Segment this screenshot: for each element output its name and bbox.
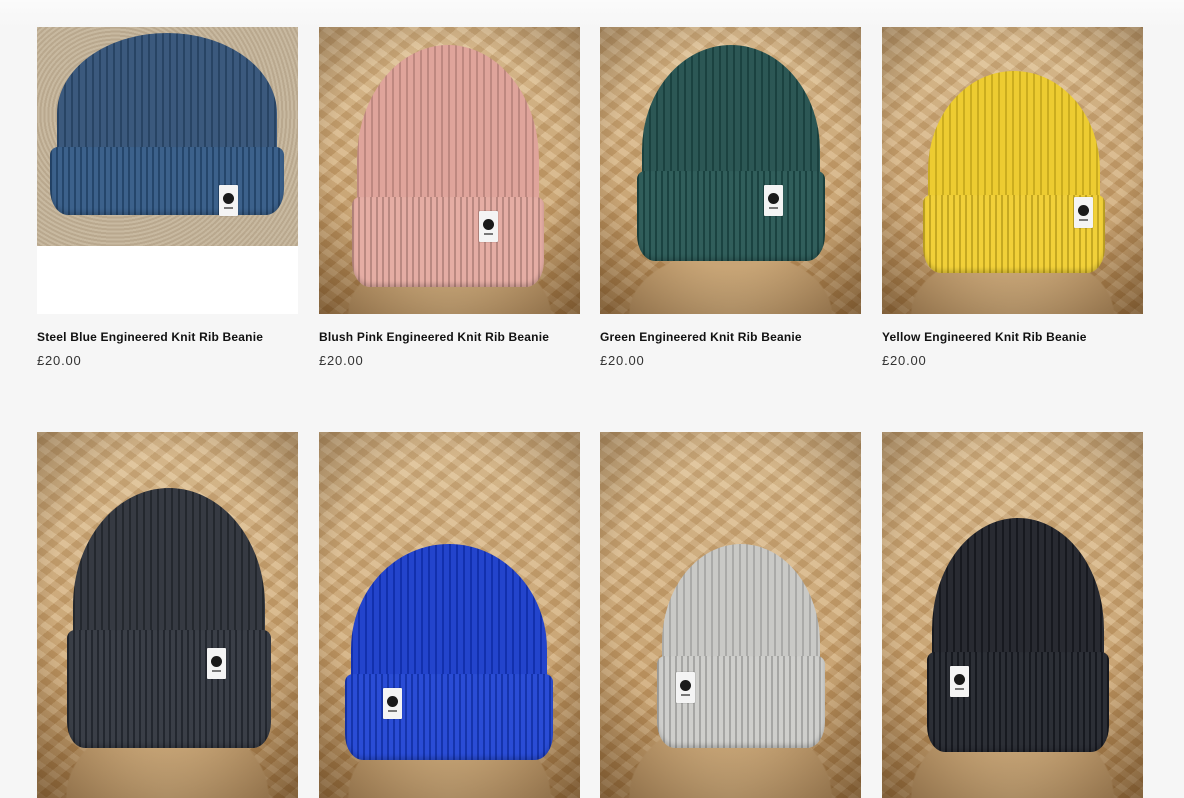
product-image[interactable] bbox=[600, 432, 861, 798]
product-image[interactable] bbox=[600, 27, 861, 314]
beanie-illustration bbox=[345, 544, 553, 762]
product-name[interactable]: Yellow Engineered Knit Rib Beanie bbox=[882, 330, 1143, 344]
beanie-illustration bbox=[636, 45, 826, 263]
product-image[interactable] bbox=[319, 432, 580, 798]
brand-tag bbox=[219, 185, 238, 216]
product-price: £20.00 bbox=[319, 353, 364, 368]
beanie-illustration bbox=[922, 71, 1106, 283]
brand-tag bbox=[207, 648, 226, 679]
beanie-illustration bbox=[351, 45, 545, 287]
product-card[interactable] bbox=[319, 432, 580, 798]
beanie-illustration bbox=[926, 518, 1110, 754]
brand-tag bbox=[764, 185, 783, 216]
beanie-illustration bbox=[657, 544, 825, 750]
product-card[interactable]: Blush Pink Engineered Knit Rib Beanie £2… bbox=[319, 27, 580, 368]
product-price: £20.00 bbox=[882, 353, 927, 368]
brand-tag bbox=[479, 211, 498, 242]
brand-tag bbox=[950, 666, 969, 697]
brand-tag bbox=[1074, 197, 1093, 228]
product-price: £20.00 bbox=[600, 353, 645, 368]
beanie-cuff bbox=[351, 197, 545, 287]
product-name[interactable]: Green Engineered Knit Rib Beanie bbox=[600, 330, 861, 344]
product-card[interactable] bbox=[37, 432, 298, 798]
beanie-crown bbox=[57, 33, 277, 163]
product-image[interactable] bbox=[37, 27, 298, 314]
beanie-cuff bbox=[345, 674, 553, 760]
beanie-cuff bbox=[67, 630, 271, 748]
brand-tag bbox=[676, 672, 695, 703]
product-name[interactable]: Blush Pink Engineered Knit Rib Beanie bbox=[319, 330, 580, 344]
product-image[interactable] bbox=[882, 27, 1143, 314]
beanie-illustration bbox=[67, 488, 271, 748]
beanie-cuff bbox=[50, 147, 284, 215]
product-image[interactable] bbox=[319, 27, 580, 314]
product-card[interactable]: Green Engineered Knit Rib Beanie £20.00 bbox=[600, 27, 861, 368]
product-card[interactable]: Steel Blue Engineered Knit Rib Beanie £2… bbox=[37, 27, 298, 368]
product-grid: Steel Blue Engineered Knit Rib Beanie £2… bbox=[0, 0, 1184, 798]
beanie-illustration bbox=[50, 33, 284, 216]
product-name[interactable]: Steel Blue Engineered Knit Rib Beanie bbox=[37, 330, 298, 344]
product-card[interactable] bbox=[882, 432, 1143, 798]
beanie-cuff bbox=[636, 171, 826, 261]
product-image[interactable] bbox=[37, 432, 298, 798]
product-card[interactable] bbox=[600, 432, 861, 798]
product-price: £20.00 bbox=[37, 353, 82, 368]
product-card[interactable]: Yellow Engineered Knit Rib Beanie £20.00 bbox=[882, 27, 1143, 368]
product-image[interactable] bbox=[882, 432, 1143, 798]
brand-tag bbox=[383, 688, 402, 719]
image-padding bbox=[37, 246, 298, 314]
